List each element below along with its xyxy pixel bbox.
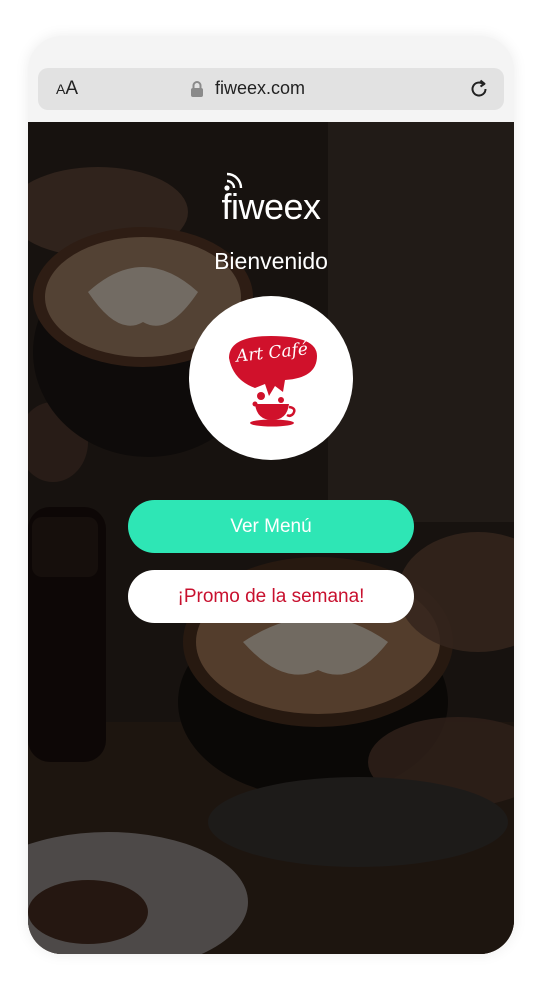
browser-address-bar[interactable]: AA fiweex.com	[38, 68, 504, 110]
brand-logo: fiweex	[28, 172, 514, 228]
brand-name: fiweex	[221, 186, 321, 227]
venue-logo: Art Café	[189, 296, 353, 460]
view-menu-button[interactable]: Ver Menú	[128, 500, 414, 553]
weekly-promo-button[interactable]: ¡Promo de la semana!	[128, 570, 414, 623]
phone-frame: AA fiweex.com fiweex Bienvenido Art Café…	[28, 36, 514, 954]
art-cafe-logo-icon	[229, 336, 317, 427]
hero-background: fiweex Bienvenido Art Café Ver Menú ¡Pro…	[28, 122, 514, 954]
welcome-heading: Bienvenido	[214, 248, 328, 274]
lock-icon	[191, 81, 203, 97]
text-size-button[interactable]: AA	[56, 78, 78, 100]
wifi-icon	[224, 172, 243, 191]
reload-icon[interactable]	[467, 77, 491, 101]
url-domain[interactable]: fiweex.com	[215, 78, 305, 99]
